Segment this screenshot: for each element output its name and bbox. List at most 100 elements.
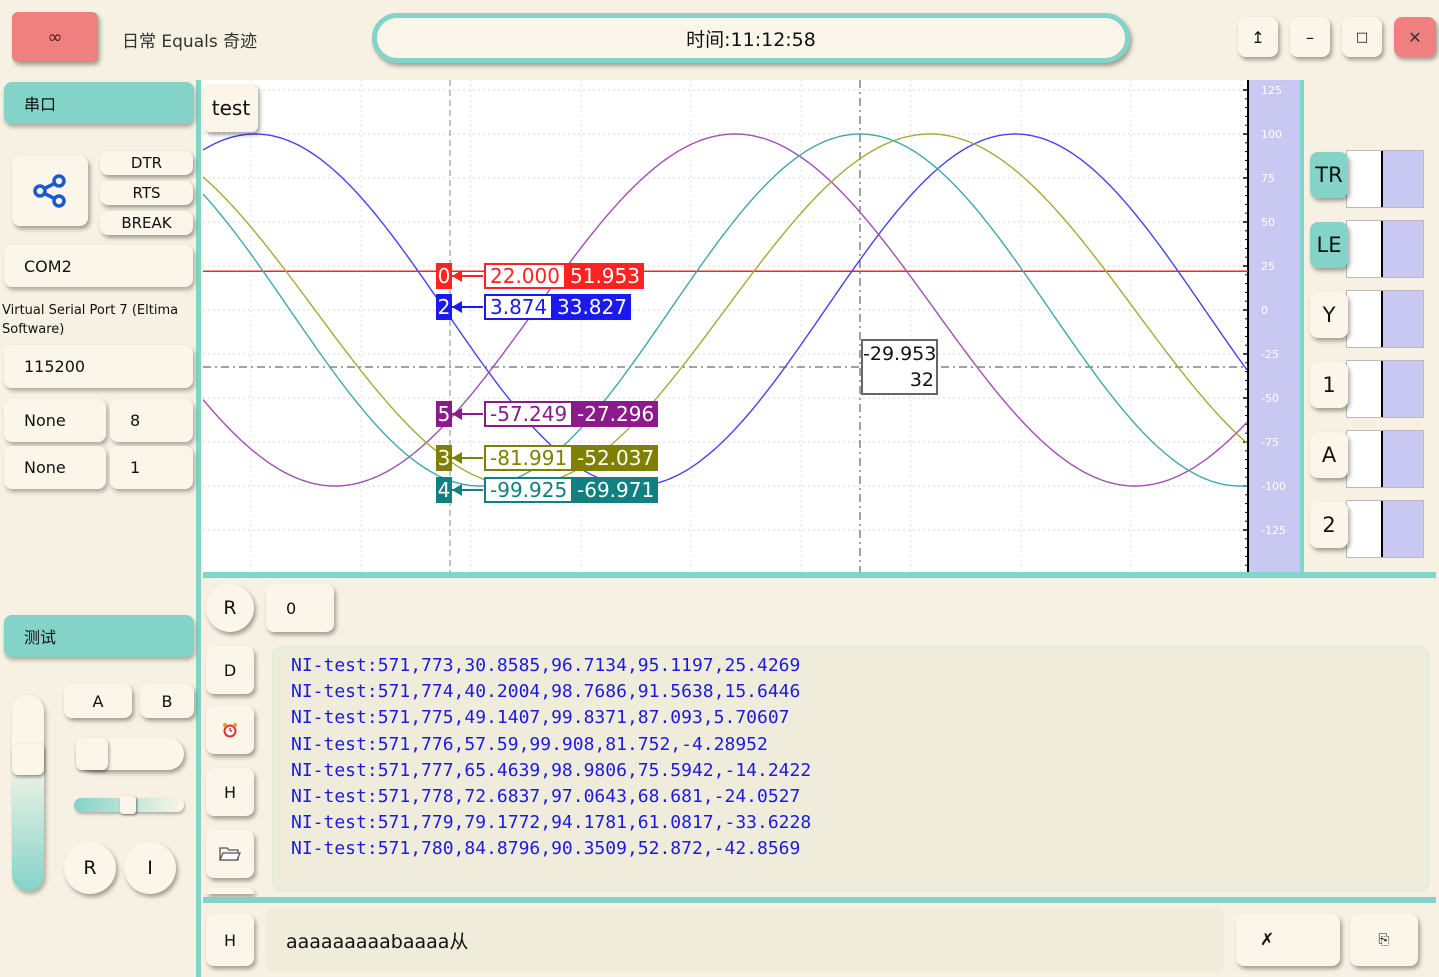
thumb-button-y[interactable]: Y <box>1310 292 1348 338</box>
channel-tag-3: 3 -81.991 -52.037 <box>436 445 659 471</box>
thumb-button-le[interactable]: LE <box>1310 222 1348 268</box>
stopbits-select[interactable]: 1 <box>110 446 193 489</box>
r-button[interactable]: R <box>206 584 254 632</box>
a-button[interactable]: A <box>64 684 132 718</box>
view-thumb-1[interactable]: 1 <box>1310 360 1424 418</box>
b-button[interactable]: B <box>140 684 194 718</box>
channel-ref-5: -27.296 <box>573 401 659 427</box>
plot-right-divider <box>1300 80 1304 572</box>
break-label: BREAK <box>121 214 172 232</box>
channel-tag-4: 4 -99.925 -69.971 <box>436 477 659 503</box>
parity-select[interactable]: None <box>4 399 106 442</box>
minimize-button[interactable]: – <box>1290 17 1330 57</box>
counter-field[interactable]: 0 <box>266 584 334 632</box>
clock-text: 时间:11:12:58 <box>686 28 816 51</box>
channel-arrow-icon <box>452 484 483 496</box>
a-label: A <box>92 691 104 711</box>
test-header[interactable]: 测试 <box>4 615 194 657</box>
channel-tag-0: 0 22.000 51.953 <box>436 263 656 289</box>
console-lines: NI-test:571,773,30.8585,96.7134,95.1197,… <box>291 653 1427 863</box>
alarm-icon <box>223 723 237 738</box>
close-icon: ✕ <box>1408 27 1422 47</box>
share-icon <box>33 174 66 208</box>
send-input[interactable]: aaaaaaaaabaaaa从 <box>266 908 1224 972</box>
link-button[interactable]: ∞ <box>12 12 98 62</box>
console-bottom-divider <box>203 897 1436 903</box>
rts-button[interactable]: RTS <box>100 181 193 205</box>
thumb-preview <box>1346 150 1424 208</box>
toggle-switch[interactable] <box>76 738 184 770</box>
thumb-button-tr[interactable]: TR <box>1310 152 1348 198</box>
break-button[interactable]: BREAK <box>100 211 193 235</box>
cursor-readout: -29.953 32 <box>861 339 938 395</box>
i-round-button[interactable]: I <box>124 842 176 894</box>
pin-button[interactable]: ↥ <box>1238 17 1278 57</box>
alarm-button[interactable] <box>206 706 254 754</box>
test-header-label: 测试 <box>24 628 57 647</box>
channel-tag-2: 2 3.874 33.827 <box>436 294 656 320</box>
clear-icon: ✗ <box>1260 930 1275 950</box>
r-round-label: R <box>83 857 97 879</box>
channel-arrow-icon <box>452 408 483 420</box>
console-line: NI-test:571,776,57.59,99.908,81.752,-4.2… <box>291 733 768 755</box>
view-thumb-le[interactable]: LE <box>1310 220 1424 278</box>
clear-button[interactable]: ✗ <box>1236 914 1340 966</box>
console-line: NI-test:571,779,79.1772,94.1781,61.0817,… <box>291 812 812 834</box>
send-input-value: aaaaaaaaabaaaa从 <box>286 930 469 953</box>
y-tick-label: 75 <box>1261 172 1275 185</box>
vertical-slider[interactable] <box>12 695 44 891</box>
view-thumb-2[interactable]: 2 <box>1310 500 1424 558</box>
i-round-label: I <box>147 857 153 879</box>
y-tick-label: -25 <box>1261 348 1279 361</box>
send-button[interactable]: ⎘ <box>1350 914 1418 966</box>
view-thumb-tr[interactable]: TR <box>1310 150 1424 208</box>
y-tick-label: 100 <box>1261 128 1282 141</box>
r-round-button[interactable]: R <box>64 842 116 894</box>
plot-chart[interactable]: 125 100 75 50 25 0 -25 -50 -75 -100 -125 <box>203 80 1303 572</box>
port-value: COM2 <box>24 256 72 276</box>
serial-header[interactable]: 串口 <box>4 82 194 124</box>
h-button[interactable]: H <box>206 768 254 816</box>
vertical-slider-thumb[interactable] <box>12 743 44 775</box>
thumb-preview <box>1346 500 1424 558</box>
flow-select[interactable]: None <box>4 446 106 489</box>
console-line: NI-test:571,780,84.8796,90.3509,52.872,-… <box>291 838 801 860</box>
databits-value: 8 <box>130 411 141 430</box>
close-button[interactable]: ✕ <box>1394 17 1436 57</box>
y-axis-band <box>1248 80 1303 572</box>
thumb-button-2[interactable]: 2 <box>1310 502 1348 548</box>
databits-select[interactable]: 8 <box>110 399 193 442</box>
view-thumb-y[interactable]: Y <box>1310 290 1424 348</box>
h-label: H <box>223 782 237 802</box>
b-label: B <box>161 691 173 711</box>
thumb-button-1[interactable]: 1 <box>1310 362 1348 408</box>
share-button[interactable] <box>12 156 88 226</box>
toggle-thumb[interactable] <box>76 738 108 770</box>
console-line: NI-test:571,777,65.4639,98.9806,75.5942,… <box>291 759 812 781</box>
d-button[interactable]: D <box>206 646 254 694</box>
app-title: 日常 Equals 奇迹 <box>122 32 258 52</box>
horizontal-slider[interactable] <box>74 796 184 814</box>
sidebar-divider <box>196 80 201 977</box>
thumb-preview <box>1346 360 1424 418</box>
extra-button[interactable] <box>206 888 254 894</box>
dtr-button[interactable]: DTR <box>100 151 193 175</box>
view-thumb-a[interactable]: A <box>1310 430 1424 488</box>
plot-tab-label: test <box>211 96 251 120</box>
console-output[interactable]: NI-test:571,773,30.8585,96.7134,95.1197,… <box>272 646 1430 892</box>
port-select[interactable]: COM2 <box>4 245 193 287</box>
baud-select[interactable]: 115200 <box>4 345 193 388</box>
y-tick-label: -100 <box>1261 480 1286 493</box>
plot-tab[interactable]: test <box>204 84 258 132</box>
send-h-button[interactable]: H <box>206 914 254 966</box>
open-folder-button[interactable] <box>206 830 254 878</box>
thumb-button-a[interactable]: A <box>1310 432 1348 478</box>
maximize-button[interactable]: □ <box>1342 17 1382 57</box>
thumb-preview <box>1346 430 1424 488</box>
channel-arrow-icon <box>452 270 483 282</box>
channel-arrow-icon <box>452 301 483 313</box>
counter-value: 0 <box>286 598 297 618</box>
horizontal-slider-thumb[interactable] <box>120 796 136 814</box>
plot-area[interactable]: 125 100 75 50 25 0 -25 -50 -75 -100 -125 <box>203 80 1303 572</box>
console-line: NI-test:571,778,72.6837,97.0643,68.681,-… <box>291 786 801 808</box>
